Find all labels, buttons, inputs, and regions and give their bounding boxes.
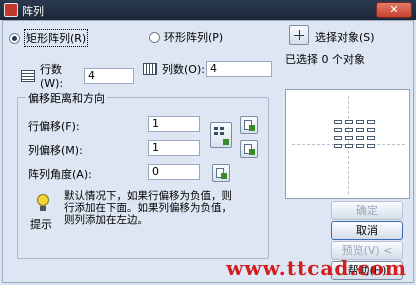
preview-item	[345, 136, 353, 140]
select-objects-button[interactable]	[289, 25, 309, 45]
hint-label: 提示	[30, 218, 52, 231]
hint-text: 默认情况下，如果行偏移为负值，则 行添加在下面。如果列偏移为负值， 则列添加在左…	[64, 190, 232, 226]
dialog-body: 矩形阵列(R) 环形阵列(P) 选择对象(S) 已选择 0 个对象 行数(W):…	[2, 20, 414, 283]
cursor-icon	[249, 125, 255, 131]
title-bar: 阵列 ✕	[0, 0, 416, 20]
preview-item	[334, 144, 342, 148]
grid-mark	[220, 132, 224, 135]
array-preview	[285, 89, 410, 199]
radio-dot	[149, 31, 160, 43]
preview-item	[356, 144, 364, 148]
preview-item	[367, 144, 375, 148]
pick-col-offset-button[interactable]	[240, 140, 258, 158]
preview-item	[356, 128, 364, 132]
rect-array-label: 矩形阵列(R)	[24, 29, 89, 47]
pick-angle-button[interactable]	[212, 164, 230, 182]
columns-field: 列数(O): 4	[143, 61, 272, 77]
rows-icon	[21, 69, 35, 82]
preview-item	[367, 136, 375, 140]
cursor-icon	[223, 139, 229, 145]
preview-item	[345, 120, 353, 124]
ok-button[interactable]: 确定	[331, 201, 403, 220]
cancel-button[interactable]: 取消	[331, 221, 403, 240]
offset-group: 偏移距离和方向 行偏移(F): 1 列偏移(M): 1 阵列角度(A): 0 提…	[17, 90, 269, 259]
offset-group-title: 偏移距离和方向	[26, 90, 107, 106]
col-offset-input[interactable]: 1	[148, 140, 200, 156]
radio-dot-selected	[9, 32, 20, 44]
preview-item	[334, 120, 342, 124]
columns-input[interactable]: 4	[206, 61, 272, 77]
close-button[interactable]: ✕	[376, 2, 412, 18]
window-title: 阵列	[22, 5, 44, 18]
cursor-icon	[249, 149, 255, 155]
rows-field: 行数(W): 4	[21, 61, 134, 90]
rows-input[interactable]: 4	[84, 67, 134, 84]
hint-line-3: 则列添加在左边。	[64, 214, 148, 226]
bulb-base	[40, 206, 46, 211]
preview-item	[345, 128, 353, 132]
grid-mark	[214, 127, 218, 130]
columns-icon	[143, 63, 157, 75]
hint-line-2: 行添加在下面。如果列偏移为负值，	[64, 202, 232, 214]
preview-item	[356, 136, 364, 140]
lightbulb-icon	[36, 194, 50, 212]
polar-array-radio[interactable]: 环形阵列(P)	[149, 29, 223, 45]
row-offset-label: 行偏移(F):	[28, 120, 80, 133]
angle-label: 阵列角度(A):	[28, 168, 92, 181]
site-watermark: www.ttcad.com	[226, 256, 407, 280]
hint-line-1: 默认情况下，如果行偏移为负值，则	[64, 190, 232, 202]
preview-item	[334, 136, 342, 140]
select-objects-label: 选择对象(S)	[315, 31, 375, 44]
grid-mark	[220, 127, 224, 130]
preview-item	[367, 120, 375, 124]
bulb-glass	[37, 194, 49, 206]
row-offset-input[interactable]: 1	[148, 116, 200, 132]
rect-array-radio[interactable]: 矩形阵列(R)	[9, 29, 89, 47]
grid-mark	[214, 132, 218, 135]
pick-row-offset-button[interactable]	[240, 116, 258, 134]
preview-item	[345, 144, 353, 148]
preview-item	[356, 120, 364, 124]
pick-both-offsets-button[interactable]	[210, 122, 232, 148]
selection-status: 已选择 0 个对象	[285, 53, 365, 66]
polar-array-label: 环形阵列(P)	[164, 31, 224, 44]
angle-input[interactable]: 0	[148, 164, 200, 180]
cursor-icon	[221, 173, 227, 179]
rows-label: 行数(W):	[40, 63, 64, 90]
crosshair-icon-v	[299, 30, 300, 40]
col-offset-label: 列偏移(M):	[28, 144, 83, 157]
app-icon	[4, 3, 18, 17]
columns-label: 列数(O):	[162, 63, 205, 76]
preview-item	[334, 128, 342, 132]
preview-item	[367, 128, 375, 132]
